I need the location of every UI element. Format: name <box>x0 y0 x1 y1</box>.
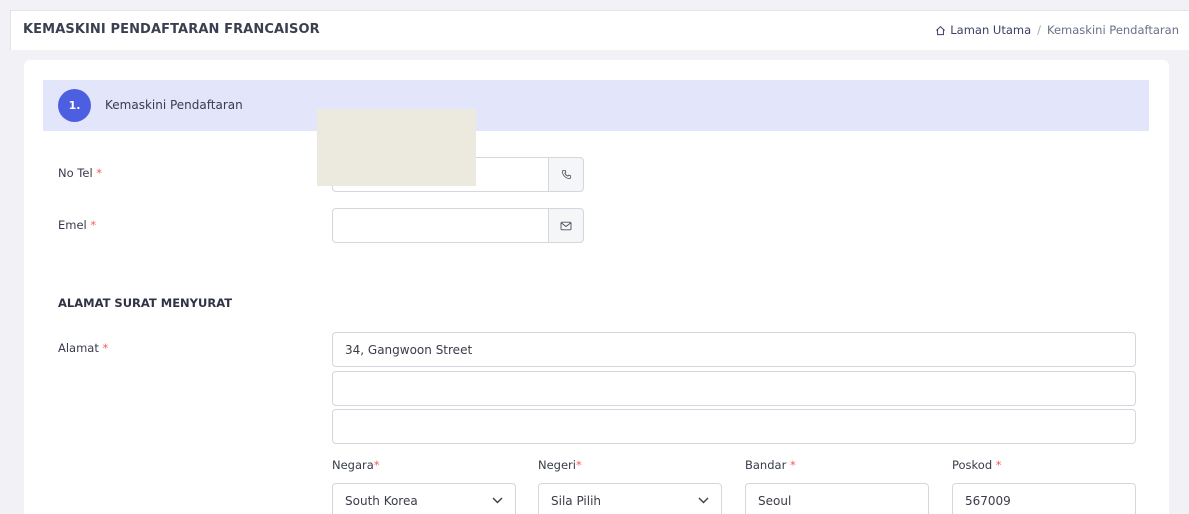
breadcrumb-current: Kemaskini Pendaftaran <box>1047 23 1179 37</box>
breadcrumb: Laman Utama / Kemaskini Pendaftaran <box>935 23 1179 37</box>
emel-group <box>332 208 584 243</box>
breadcrumb-home-link[interactable]: Laman Utama <box>935 23 1031 37</box>
negeri-select[interactable]: Sila Pilih <box>538 483 722 514</box>
no-tel-label: No Tel * <box>58 166 103 180</box>
poskod-input[interactable]: 567009 <box>952 483 1136 514</box>
emel-input[interactable] <box>332 208 548 243</box>
negara-select[interactable]: South Korea <box>332 483 516 514</box>
bandar-label: Bandar * <box>745 458 796 472</box>
alamat-line-1-input[interactable]: 34, Gangwoon Street <box>332 332 1136 367</box>
step-number-badge: 1. <box>58 89 91 122</box>
alamat-label: Alamat * <box>58 341 109 355</box>
chevron-down-icon <box>698 497 709 504</box>
poskod-label: Poskod * <box>952 458 1002 472</box>
form-card: 1. Kemaskini Pendaftaran <box>24 60 1169 514</box>
negeri-label: Negeri* <box>538 458 582 472</box>
step-header: 1. Kemaskini Pendaftaran <box>43 80 1149 131</box>
chevron-down-icon <box>492 497 503 504</box>
phone-icon <box>561 169 571 180</box>
negeri-select-value: Sila Pilih <box>551 493 602 508</box>
breadcrumb-separator: / <box>1037 23 1042 37</box>
emel-label: Emel * <box>58 218 97 232</box>
step-title: Kemaskini Pendaftaran <box>105 98 243 112</box>
page-header: KEMASKINI PENDAFTARAN FRANCAISOR Laman U… <box>10 10 1189 50</box>
mail-icon <box>560 221 572 230</box>
negara-select-value: South Korea <box>345 493 418 508</box>
alamat-line-3-input[interactable] <box>332 409 1136 444</box>
emel-addon <box>548 208 584 243</box>
no-tel-addon <box>548 157 584 192</box>
alamat-line-2-input[interactable] <box>332 371 1136 406</box>
redacted-area <box>317 109 476 186</box>
negara-label: Negara* <box>332 458 380 472</box>
breadcrumb-home-label: Laman Utama <box>950 23 1032 37</box>
home-icon <box>936 25 946 35</box>
bandar-input[interactable]: Seoul <box>745 483 929 514</box>
page-title: KEMASKINI PENDAFTARAN FRANCAISOR <box>23 22 320 37</box>
section-title-alamat: ALAMAT SURAT MENYURAT <box>58 296 233 310</box>
